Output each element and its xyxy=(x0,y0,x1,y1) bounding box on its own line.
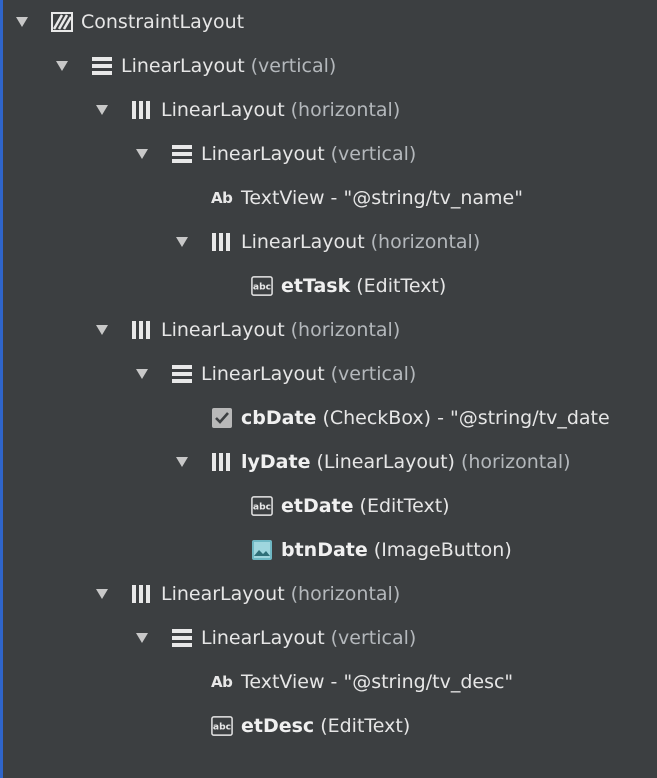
node-name: lyDate xyxy=(241,451,311,473)
node-orientation: (horizontal) xyxy=(370,231,481,253)
node-label: etDate (EditText) xyxy=(281,495,450,517)
expand-arrow-icon[interactable] xyxy=(175,235,189,249)
node-name: LinearLayout xyxy=(161,583,285,605)
constraint-layout-icon xyxy=(51,11,73,33)
linear-horizontal-icon xyxy=(211,231,233,253)
textview-icon: Ab xyxy=(211,189,233,207)
node-label: TextView - "@string/tv_desc" xyxy=(241,671,513,693)
expand-arrow-icon[interactable] xyxy=(135,147,149,161)
linear-vertical-icon xyxy=(171,363,193,385)
tree-node[interactable]: abc etTask (EditText) xyxy=(3,264,657,308)
node-name: LinearLayout xyxy=(161,319,285,341)
tree-node[interactable]: LinearLayout (vertical) xyxy=(3,616,657,660)
linear-horizontal-icon xyxy=(131,583,153,605)
expand-arrow-icon[interactable] xyxy=(135,631,149,645)
expand-arrow-icon[interactable] xyxy=(95,103,109,117)
tree-node[interactable]: LinearLayout (vertical) xyxy=(3,352,657,396)
node-label: LinearLayout (vertical) xyxy=(121,55,336,77)
checkbox-icon xyxy=(211,407,233,429)
node-name: LinearLayout xyxy=(201,627,325,649)
linear-horizontal-icon xyxy=(131,319,153,341)
tree-node[interactable]: abc etDate (EditText) xyxy=(3,484,657,528)
node-label: etTask (EditText) xyxy=(281,275,446,297)
linear-horizontal-icon xyxy=(211,451,233,473)
expand-arrow-icon[interactable] xyxy=(95,587,109,601)
node-orientation: (vertical) xyxy=(330,627,417,649)
imagebutton-icon xyxy=(251,539,273,561)
tree-node[interactable]: LinearLayout (vertical) xyxy=(3,44,657,88)
node-label: LinearLayout (vertical) xyxy=(201,363,416,385)
node-name: cbDate xyxy=(241,407,317,429)
node-label: lyDate (LinearLayout) (horizontal) xyxy=(241,451,571,473)
node-name: LinearLayout xyxy=(121,55,245,77)
tree-node[interactable]: LinearLayout (horizontal) xyxy=(3,220,657,264)
node-orientation: (horizontal) xyxy=(290,319,401,341)
node-detail: (EditText) xyxy=(356,275,447,297)
linear-vertical-icon xyxy=(91,55,113,77)
node-label: LinearLayout (horizontal) xyxy=(241,231,480,253)
node-label: cbDate (CheckBox) - "@string/tv_date xyxy=(241,407,610,429)
component-tree: ConstraintLayout LinearLayout (vertical) Li… xyxy=(0,0,657,778)
node-name: TextView - "@string/tv_name" xyxy=(241,187,523,209)
node-name: LinearLayout xyxy=(201,363,325,385)
node-name: TextView - "@string/tv_desc" xyxy=(241,671,514,693)
tree-node[interactable]: abc etDesc (EditText) xyxy=(3,704,657,748)
node-detail: (EditText) xyxy=(320,715,411,737)
node-orientation: (horizontal) xyxy=(460,451,571,473)
node-label: btnDate (ImageButton) xyxy=(281,539,512,561)
edittext-icon: abc xyxy=(211,715,233,737)
linear-vertical-icon xyxy=(171,143,193,165)
tree-node[interactable]: Ab TextView - "@string/tv_desc" xyxy=(3,660,657,704)
svg-text:abc: abc xyxy=(253,282,271,293)
node-label: LinearLayout (horizontal) xyxy=(161,319,400,341)
tree-node[interactable]: LinearLayout (horizontal) xyxy=(3,308,657,352)
textview-icon: Ab xyxy=(211,673,233,691)
tree-node[interactable]: btnDate (ImageButton) xyxy=(3,528,657,572)
tree-node[interactable]: Ab TextView - "@string/tv_name" xyxy=(3,176,657,220)
node-detail: (EditText) xyxy=(359,495,450,517)
node-label: LinearLayout (vertical) xyxy=(201,143,416,165)
expand-arrow-icon[interactable] xyxy=(175,455,189,469)
node-detail: (CheckBox) - "@string/tv_date xyxy=(322,407,610,429)
node-orientation: (horizontal) xyxy=(290,583,401,605)
node-name: LinearLayout xyxy=(201,143,325,165)
node-label: TextView - "@string/tv_name" xyxy=(241,187,523,209)
edittext-icon: abc xyxy=(251,275,273,297)
node-name: etDesc xyxy=(241,715,315,737)
node-label: ConstraintLayout xyxy=(81,11,244,33)
node-orientation: (vertical) xyxy=(330,143,417,165)
svg-text:abc: abc xyxy=(213,722,231,733)
expand-arrow-icon[interactable] xyxy=(55,59,69,73)
node-label: etDesc (EditText) xyxy=(241,715,410,737)
tree-node[interactable]: cbDate (CheckBox) - "@string/tv_date xyxy=(3,396,657,440)
node-name: etDate xyxy=(281,495,354,517)
node-orientation: (horizontal) xyxy=(290,99,401,121)
node-name: etTask xyxy=(281,275,351,297)
node-name: ConstraintLayout xyxy=(81,11,245,33)
node-name: LinearLayout xyxy=(241,231,365,253)
tree-node[interactable]: LinearLayout (vertical) xyxy=(3,132,657,176)
linear-vertical-icon xyxy=(171,627,193,649)
node-detail: (ImageButton) xyxy=(373,539,512,561)
node-orientation: (vertical) xyxy=(330,363,417,385)
node-name: btnDate xyxy=(281,539,368,561)
node-name: LinearLayout xyxy=(161,99,285,121)
node-orientation: (vertical) xyxy=(250,55,337,77)
tree-node[interactable]: LinearLayout (horizontal) xyxy=(3,88,657,132)
tree-node[interactable]: lyDate (LinearLayout) (horizontal) xyxy=(3,440,657,484)
node-label: LinearLayout (horizontal) xyxy=(161,99,400,121)
node-detail: (LinearLayout) xyxy=(316,451,455,473)
expand-arrow-icon[interactable] xyxy=(135,367,149,381)
expand-arrow-icon[interactable] xyxy=(15,15,29,29)
tree-node[interactable]: ConstraintLayout xyxy=(3,0,657,44)
node-label: LinearLayout (horizontal) xyxy=(161,583,400,605)
svg-text:abc: abc xyxy=(253,502,271,513)
linear-horizontal-icon xyxy=(131,99,153,121)
node-label: LinearLayout (vertical) xyxy=(201,627,416,649)
edittext-icon: abc xyxy=(251,495,273,517)
expand-arrow-icon[interactable] xyxy=(95,323,109,337)
tree-node[interactable]: LinearLayout (horizontal) xyxy=(3,572,657,616)
